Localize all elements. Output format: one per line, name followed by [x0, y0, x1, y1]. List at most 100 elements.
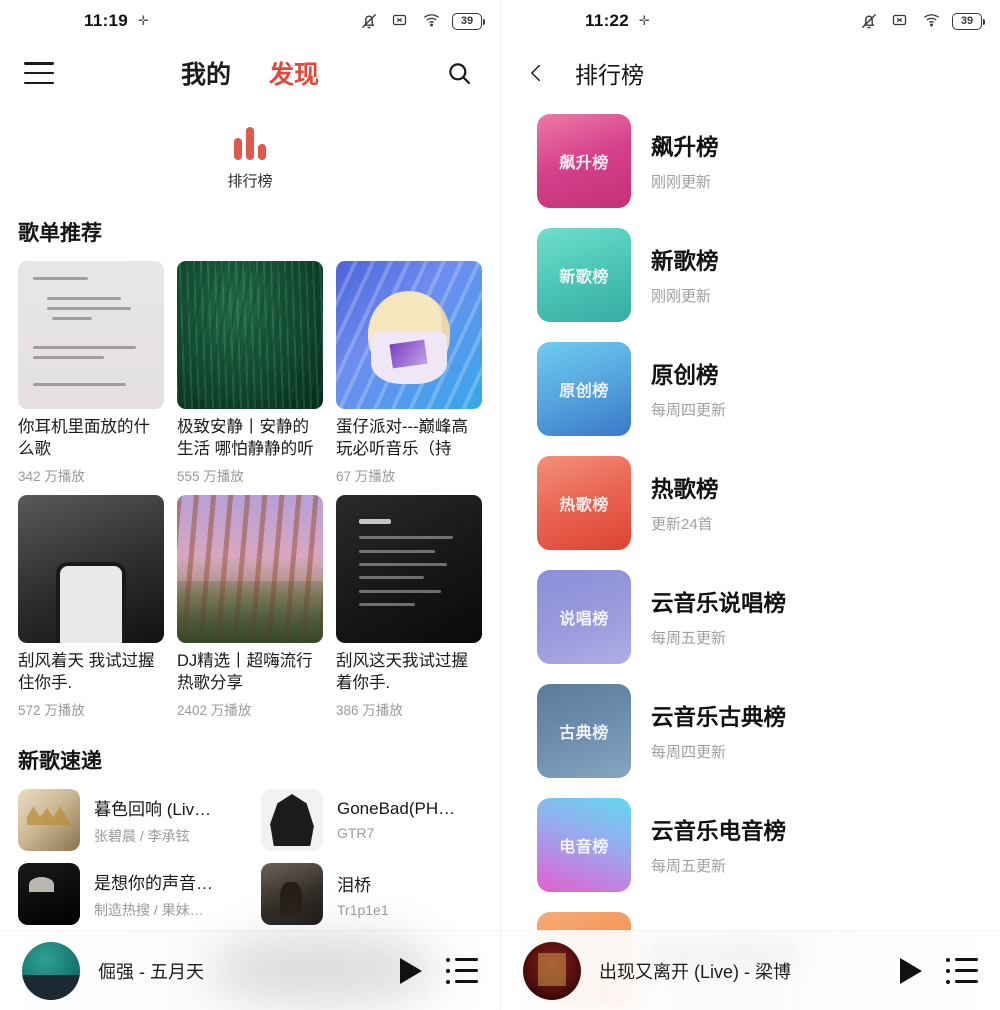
rank-subtitle: 更新24首: [651, 516, 713, 533]
playlist-card[interactable]: 你耳机里面放的什么歌 342 万播放: [18, 261, 164, 485]
newsongs-grid: 暮色回响 (Liv… 张碧晨 / 李承铉 GoneBad(PH… GTR7 是想…: [0, 789, 500, 925]
song-list-item[interactable]: 泪桥 Tr1p1e1: [261, 863, 482, 925]
ranking-list[interactable]: 飙升榜 飙升榜 刚刚更新 新歌榜 新歌榜 刚刚更新 原创榜 原创榜 每周四更新: [501, 104, 1000, 1010]
song-artist: Tr1p1e1: [337, 901, 389, 918]
mini-player-left: 倔强 - 五月天: [0, 930, 500, 1010]
tab-mine[interactable]: 我的: [181, 55, 231, 91]
playlist-name: 极致安静丨安静的生活 哪怕静静的听: [177, 418, 314, 458]
playlist-name: 刮风这天我试过握着你手.: [336, 652, 468, 692]
play-icon[interactable]: [394, 954, 428, 988]
lyrics-dark-cover: [336, 495, 482, 643]
playlist-plays: 342 万播放: [18, 469, 85, 484]
rank-subtitle: 每周五更新: [651, 630, 727, 647]
hamburger-menu-icon[interactable]: [24, 62, 54, 84]
playlist-plays: 555 万播放: [177, 469, 244, 484]
page-title: 排行榜: [575, 62, 644, 88]
playlist-card[interactable]: DJ精选丨超嗨流行热歌分享 2402 万播放: [177, 495, 323, 719]
mute-bell-icon: [859, 11, 881, 31]
ranking-entry-button[interactable]: 排行榜: [0, 126, 500, 191]
green-grass-cover: [177, 261, 323, 409]
list-item[interactable]: 新歌榜 新歌榜 刚刚更新: [501, 218, 1000, 332]
search-icon[interactable]: [442, 56, 476, 90]
handwritten-note-cover: [18, 261, 164, 409]
song-list-item[interactable]: 暮色回响 (Liv… 张碧晨 / 李承铉: [18, 789, 239, 851]
list-item[interactable]: 说唱榜 云音乐说唱榜 每周五更新: [501, 560, 1000, 674]
rank-tile: 说唱榜: [537, 570, 631, 664]
playlist-section-title: 歌单推荐: [18, 222, 102, 245]
bar-chart-icon: [234, 126, 266, 160]
song-title: 泪桥: [337, 875, 371, 895]
avatar[interactable]: [523, 941, 581, 1000]
ranking-entry-label: 排行榜: [227, 173, 273, 190]
song-artist: 张碧晨 / 李承铉: [94, 827, 190, 844]
list-item[interactable]: 飙升榜 飙升榜 刚刚更新: [501, 104, 1000, 218]
now-playing-title: 出现又离开 (Live) - 梁博: [599, 961, 792, 982]
gold-award-cover: [18, 789, 80, 851]
guitar-man-cover: [261, 863, 323, 925]
song-title: 是想你的声音…: [94, 873, 213, 893]
rank-tile: 新歌榜: [537, 228, 631, 322]
avatar[interactable]: [22, 941, 80, 1000]
playlist-card[interactable]: 极致安静丨安静的生活 哪怕静静的听 555 万播放: [177, 261, 323, 485]
rank-name: 原创榜: [651, 363, 719, 388]
status-time: 11:22: [585, 11, 630, 30]
status-icons: 39: [859, 0, 985, 42]
song-title: GoneBad(PH…: [337, 799, 456, 818]
playlist-name: DJ精选丨超嗨流行热歌分享: [177, 652, 313, 692]
playlist-name: 你耳机里面放的什么歌: [18, 418, 150, 458]
ranking-navbar: 排行榜: [501, 42, 1000, 104]
song-list-item[interactable]: GoneBad(PH… GTR7: [261, 789, 482, 851]
rank-name: 云音乐电音榜: [651, 819, 787, 844]
no-sim-icon: [390, 11, 412, 31]
rank-tile: 飙升榜: [537, 114, 631, 208]
ranking-screen: 11:22 ✛ 39 排行榜 飙升榜 飙升榜 刚刚更新 新歌榜 新歌榜 刚刚更新…: [500, 0, 1000, 1010]
girl-gate-cover: [177, 495, 323, 643]
status-time: 11:19: [84, 11, 129, 30]
chevron-left-icon[interactable]: [523, 58, 549, 88]
playlist-queue-icon[interactable]: [446, 957, 478, 984]
list-item[interactable]: 原创榜 原创榜 每周四更新: [501, 332, 1000, 446]
nav-tabs: 我的 发现: [0, 55, 500, 91]
mute-bell-icon: [359, 11, 381, 31]
song-list-item[interactable]: 是想你的声音… 制造热搜 / 果妹…: [18, 863, 239, 925]
plus-icon: ✛: [138, 13, 149, 28]
playlist-card[interactable]: 刮风这天我试过握着你手. 386 万播放: [336, 495, 482, 719]
newsongs-section-title: 新歌速递: [18, 750, 102, 773]
status-bar-right: 11:22 ✛ 39: [501, 0, 1000, 42]
play-icon[interactable]: [894, 954, 928, 988]
rank-tile: 原创榜: [537, 342, 631, 436]
status-icons: 39: [359, 0, 485, 42]
rank-name: 飙升榜: [651, 135, 719, 160]
rank-subtitle: 每周四更新: [651, 402, 727, 419]
rank-tile: 热歌榜: [537, 456, 631, 550]
list-item[interactable]: 古典榜 云音乐古典榜 每周四更新: [501, 674, 1000, 788]
rank-tile: 古典榜: [537, 684, 631, 778]
now-playing-title: 倔强 - 五月天: [98, 961, 204, 982]
rank-name: 热歌榜: [651, 477, 719, 502]
discover-screen: 11:19 ✛ 39 我的 发现 排行榜 歌单推荐 你耳机里面放的什么歌 342…: [0, 0, 500, 1010]
playlist-card[interactable]: 刮风着天 我试过握住你手. 572 万播放: [18, 495, 164, 719]
battery-indicator: 39: [452, 12, 485, 30]
playlist-plays: 386 万播放: [336, 703, 403, 718]
rank-subtitle: 每周四更新: [651, 744, 727, 761]
rank-name: 云音乐说唱榜: [651, 591, 787, 616]
rank-subtitle: 刚刚更新: [651, 174, 712, 191]
playlist-queue-icon[interactable]: [946, 957, 978, 984]
list-item[interactable]: 热歌榜 热歌榜 更新24首: [501, 446, 1000, 560]
rank-name: 云音乐古典榜: [651, 705, 787, 730]
playlist-name: 刮风着天 我试过握住你手.: [18, 652, 155, 692]
rank-tile: 电音榜: [537, 798, 631, 892]
tab-discover[interactable]: 发现: [269, 55, 319, 91]
wifi-icon: [421, 11, 443, 31]
dual-screenshot-container: 11:19 ✛ 39 我的 发现 排行榜 歌单推荐 你耳机里面放的什么歌 342…: [0, 0, 1000, 1010]
battery-indicator: 39: [952, 12, 985, 30]
playlist-grid: 你耳机里面放的什么歌 342 万播放 极致安静丨安静的生活 哪怕静静的听 555…: [0, 261, 500, 719]
black-hat-cover: [261, 789, 323, 851]
playlist-card[interactable]: 蛋仔派对---巅峰高玩必听音乐（持 67 万播放: [336, 261, 482, 485]
song-title: 暮色回响 (Liv…: [94, 799, 212, 819]
song-artist: GTR7: [337, 825, 375, 841]
rank-name: 新歌榜: [651, 249, 719, 274]
phone-screen-cover: [18, 495, 164, 643]
playlist-plays: 2402 万播放: [177, 703, 252, 718]
list-item[interactable]: 电音榜 云音乐电音榜 每周五更新: [501, 788, 1000, 902]
